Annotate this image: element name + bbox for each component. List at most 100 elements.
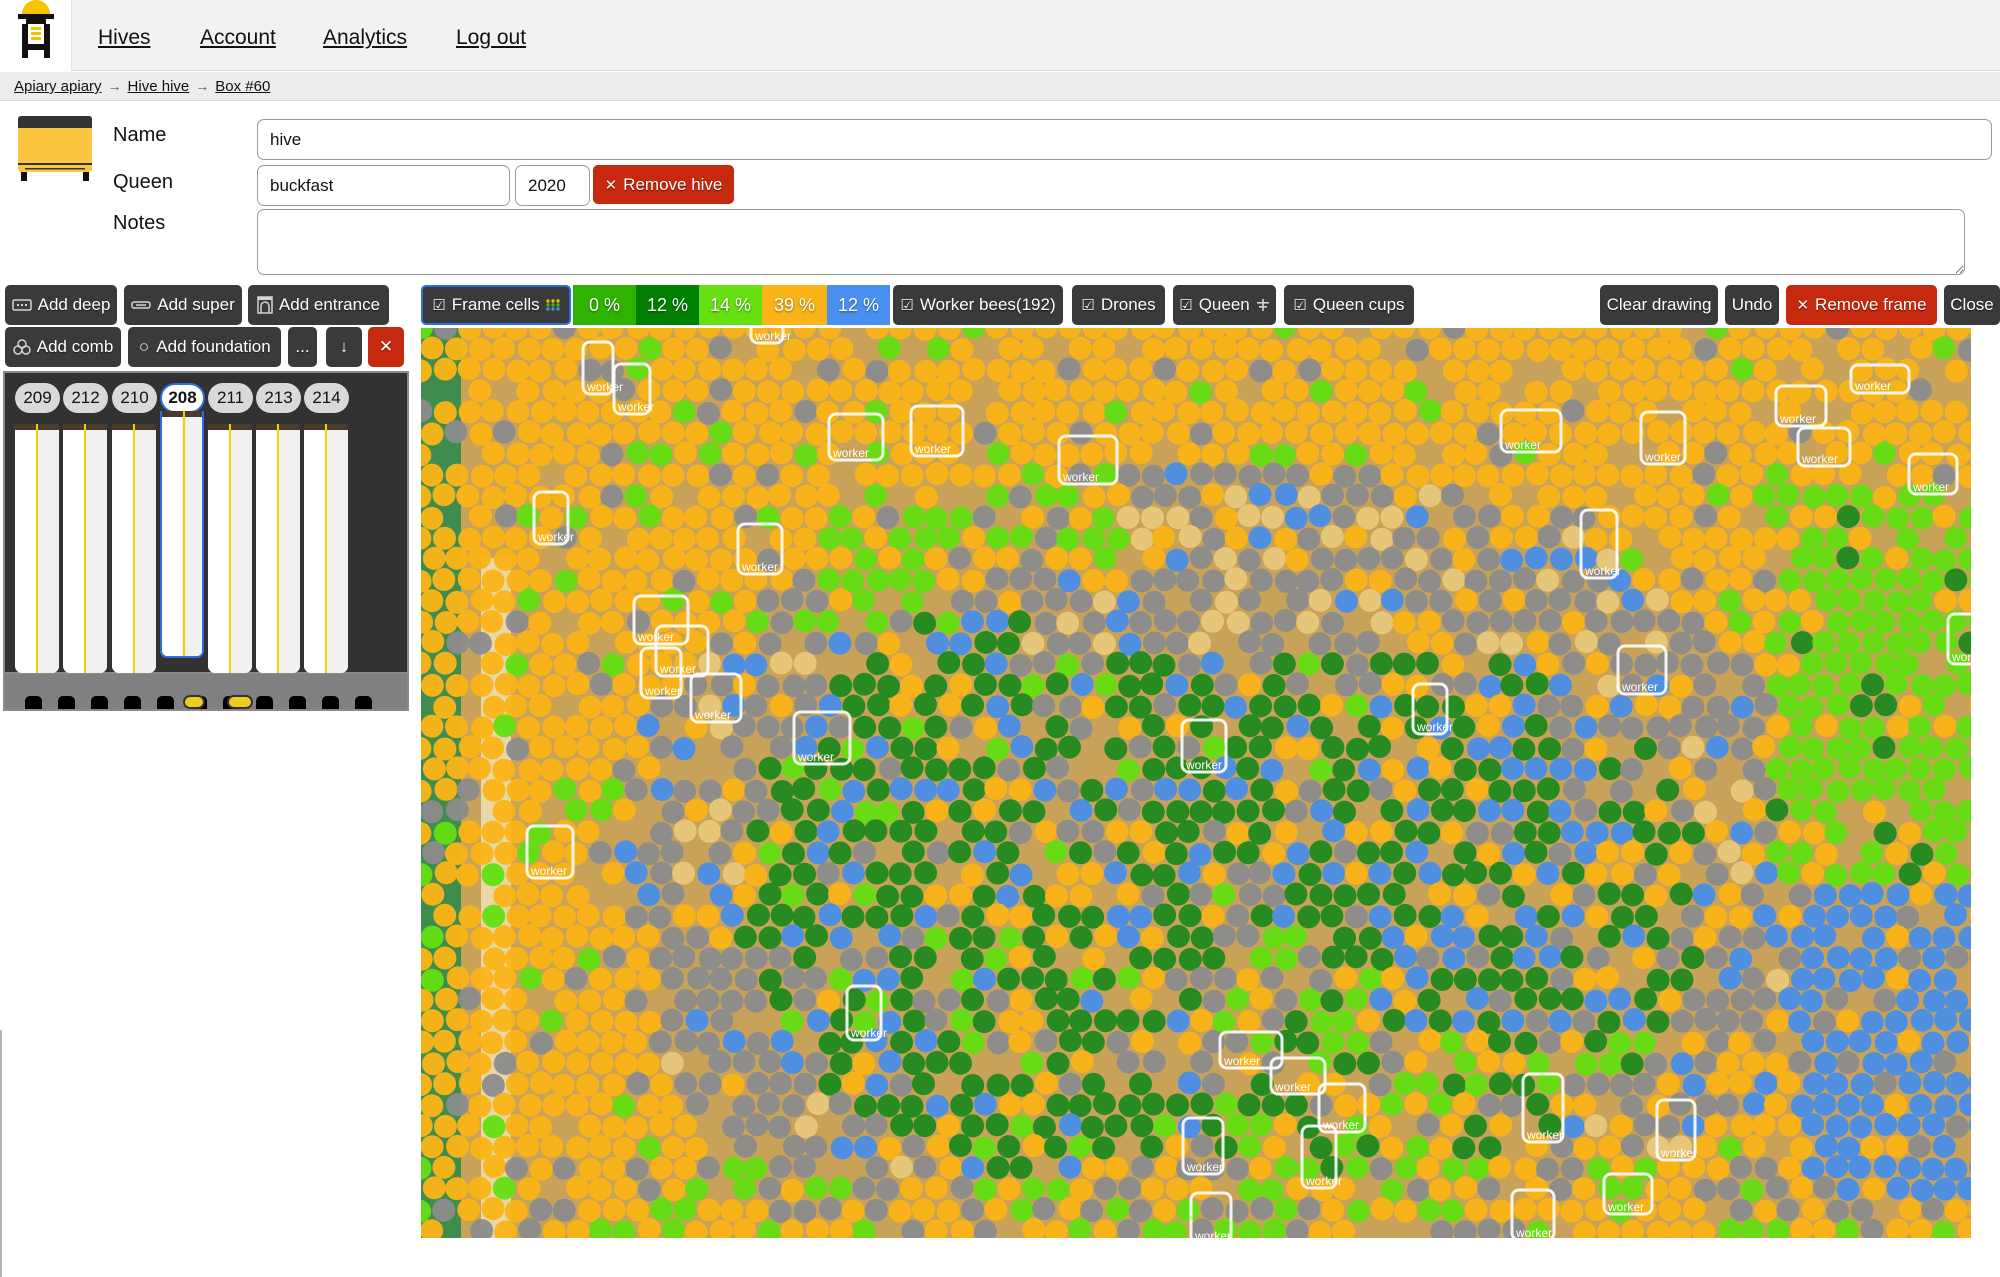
- frame-cells-overlay[interactable]: workerworkerworkerworker workerworkerwork…: [421, 328, 1971, 1238]
- queen-race-input[interactable]: [257, 165, 510, 206]
- notes-textarea[interactable]: [257, 209, 1965, 275]
- remove-frame-button[interactable]: ✕ Remove frame: [1786, 285, 1937, 325]
- frame-cell: [1812, 674, 1836, 698]
- hive-name-input[interactable]: [257, 119, 1992, 160]
- frame-cell: [949, 926, 972, 950]
- frame-cell: [518, 799, 542, 823]
- frame-cell: [434, 861, 458, 885]
- frame-cell: [924, 1176, 948, 1200]
- frame-image-canvas[interactable]: worker worker worker worker worker worker work…: [421, 328, 1971, 1238]
- worker-detection-label: worker: [914, 442, 951, 456]
- frame-cell: [745, 401, 769, 425]
- add-super-button[interactable]: Add super: [124, 285, 242, 325]
- frame-cell: [1285, 548, 1309, 572]
- frame-cell: [516, 547, 540, 571]
- frame-cell: [1706, 651, 1730, 675]
- frame-cell: [1452, 1136, 1476, 1160]
- frame-cell: [1153, 357, 1177, 381]
- frame-cell: [541, 840, 565, 864]
- frame-cell: [1429, 547, 1453, 571]
- frame-cell: [1908, 926, 1932, 950]
- frame-slot-214[interactable]: [304, 424, 348, 673]
- frame-cell: [1728, 401, 1752, 425]
- frame-cell: [901, 840, 925, 864]
- drones-toggle[interactable]: ☑ Drones: [1072, 285, 1165, 325]
- clear-drawing-button[interactable]: Clear drawing: [1600, 285, 1718, 325]
- frame-cell: [744, 989, 768, 1013]
- frame-slot-213[interactable]: [256, 424, 300, 673]
- breadcrumb-apiary-link[interactable]: Apiary apiary: [14, 78, 102, 95]
- frame-cell: [1586, 1072, 1610, 1096]
- frame-cell: [1536, 568, 1560, 592]
- frame-tab-214[interactable]: 214: [304, 383, 349, 413]
- frame-cell: [1333, 884, 1357, 908]
- frame-cell: [1622, 1008, 1646, 1032]
- nav-analytics-link[interactable]: Analytics: [323, 26, 407, 50]
- add-deep-button[interactable]: Add deep: [5, 285, 117, 325]
- frame-cell: [1898, 946, 1921, 970]
- frame-slot-210[interactable]: [112, 424, 156, 673]
- frame-cell: [792, 777, 816, 801]
- frame-cell: [1598, 757, 1622, 781]
- nav-logout-link[interactable]: Log out: [456, 26, 526, 50]
- frame-tab-213[interactable]: 213: [256, 383, 301, 413]
- frame-cell: [483, 1155, 506, 1178]
- frame-cell: [1766, 379, 1790, 403]
- frame-cell: [554, 357, 578, 381]
- remove-box-button[interactable]: ✕: [368, 327, 404, 367]
- frame-cell: [1800, 609, 1824, 633]
- frame-cell: [1310, 799, 1334, 823]
- queen-cups-toggle[interactable]: ☑ Queen cups: [1284, 285, 1414, 325]
- frame-cell: [1262, 842, 1286, 865]
- frame-slot-209[interactable]: [15, 424, 59, 673]
- close-frame-button[interactable]: Close: [1944, 285, 2000, 325]
- move-down-button[interactable]: ↓: [326, 327, 362, 367]
- frame-tab-212[interactable]: 212: [63, 383, 108, 413]
- frame-cell: [456, 778, 480, 802]
- frame-cells-toggle[interactable]: ☑ Frame cells: [421, 285, 571, 325]
- frame-cell: [1874, 947, 1898, 971]
- breadcrumb-hive-link[interactable]: Hive hive: [128, 78, 190, 95]
- queen-year-input[interactable]: [515, 165, 590, 206]
- frame-tab-211[interactable]: 211: [208, 383, 253, 413]
- breadcrumb-box-link[interactable]: Box #60: [215, 78, 270, 95]
- frame-cell: [601, 861, 625, 885]
- frame-cell: [1368, 401, 1392, 425]
- more-options-button[interactable]: ...: [288, 327, 317, 367]
- nav-account-link[interactable]: Account: [200, 26, 276, 50]
- logo[interactable]: [0, 0, 72, 71]
- frame-slot-212[interactable]: [63, 424, 107, 673]
- frame-cell: [1777, 861, 1801, 885]
- frame-cell: [1658, 525, 1682, 549]
- frame-cell: [1201, 483, 1224, 507]
- frame-cell: [553, 399, 577, 423]
- remove-hive-button[interactable]: ✕ Remove hive: [593, 165, 734, 204]
- frame-cell: [986, 1073, 1010, 1097]
- undo-button[interactable]: Undo: [1725, 285, 1779, 325]
- frame-cell: [1886, 463, 1910, 487]
- frame-slot-211[interactable]: [208, 424, 252, 673]
- frame-cell: [686, 464, 710, 488]
- frame-cell: [1334, 379, 1358, 402]
- frame-cell: [1752, 735, 1776, 758]
- frame-cell: [1920, 736, 1944, 760]
- frame-cell: [1058, 1029, 1082, 1052]
- frame-cell: [901, 716, 925, 740]
- add-entrance-button[interactable]: Add entrance: [248, 285, 389, 325]
- frame-cell: [818, 527, 842, 550]
- frame-slot-208[interactable]: [160, 411, 204, 658]
- frame-cell: [1296, 610, 1320, 634]
- add-comb-button[interactable]: Add comb: [5, 327, 121, 367]
- frame-tab-209[interactable]: 209: [15, 383, 60, 413]
- add-foundation-button[interactable]: Add foundation: [128, 327, 281, 367]
- frame-tab-208[interactable]: 208: [160, 383, 205, 413]
- worker-detection-label: worker: [1223, 1054, 1260, 1068]
- queen-toggle[interactable]: ☑ Queen: [1173, 285, 1276, 325]
- frame-tab-210[interactable]: 210: [112, 383, 157, 413]
- frame-cell: [782, 842, 805, 866]
- nav-hives-link[interactable]: Hives: [98, 26, 151, 50]
- frame-cell: [1370, 611, 1394, 635]
- worker-bees-toggle[interactable]: ☑ Worker bees(192): [893, 285, 1063, 325]
- frame-cell: [889, 777, 913, 801]
- frame-cell: [1068, 336, 1092, 360]
